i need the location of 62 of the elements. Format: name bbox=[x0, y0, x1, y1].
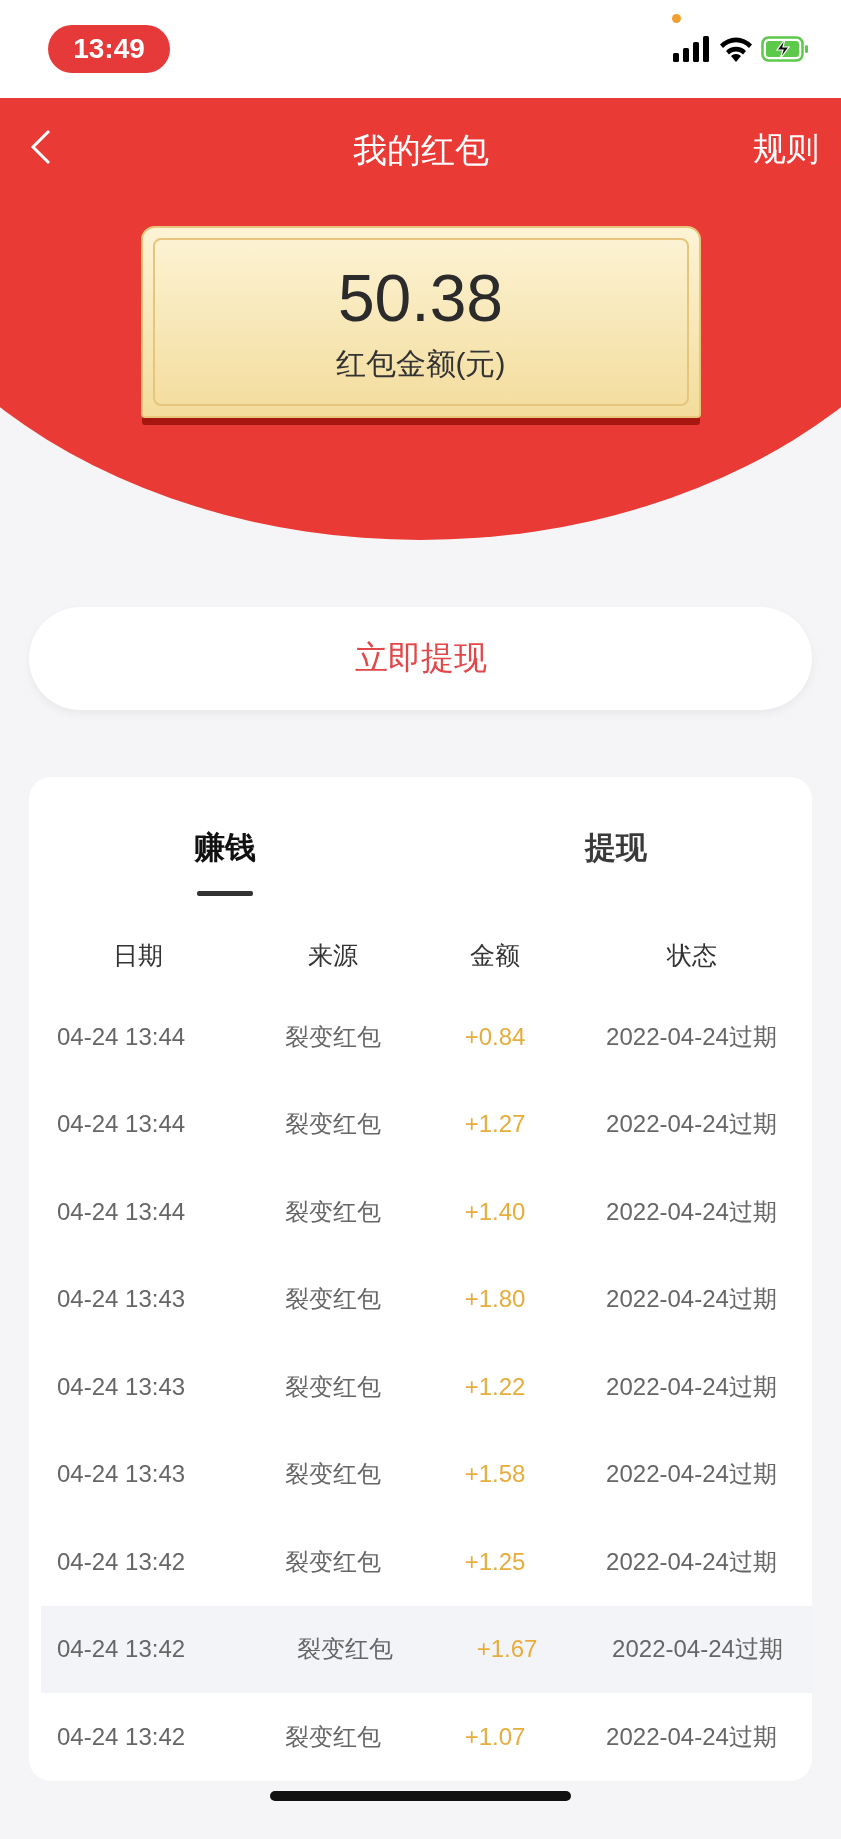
privacy-dot bbox=[672, 14, 681, 23]
source-cell-text: 裂变红包 bbox=[284, 1196, 382, 1227]
amount-cell-text: +1.67 bbox=[475, 1635, 539, 1664]
date-cell-text: 04-24 13:44 bbox=[56, 1110, 187, 1139]
source-cell-text: 裂变红包 bbox=[284, 1021, 382, 1052]
balance-label: 红包金额(元) bbox=[335, 345, 506, 382]
amount-cell-text: +1.22 bbox=[463, 1372, 527, 1401]
wifi-icon bbox=[719, 36, 753, 62]
battery-icon bbox=[761, 36, 809, 62]
source-cell-text: 裂变红包 bbox=[284, 1109, 382, 1140]
status-cell-text: 2022-04-24过期 bbox=[611, 1634, 784, 1665]
page-title: 我的红包 bbox=[352, 130, 489, 171]
column-header: 来源 bbox=[307, 939, 359, 971]
date-cell-text: 04-24 13:43 bbox=[56, 1285, 187, 1314]
balance-amount: 50.38 bbox=[337, 259, 504, 336]
withdraw-button[interactable]: 立即提现 bbox=[29, 607, 812, 710]
date-cell-text: 04-24 13:44 bbox=[56, 1022, 187, 1051]
tab[interactable]: 提现 bbox=[420, 827, 812, 903]
table-row[interactable]: 04-24 13:44 裂变红包 +1.40 2022-04-24过期 bbox=[29, 1168, 812, 1256]
source-cell-text: 裂变红包 bbox=[284, 1284, 382, 1315]
date-cell-text: 04-24 13:42 bbox=[56, 1722, 187, 1751]
clock-time: 13:49 bbox=[48, 25, 170, 73]
tab[interactable]: 赚钱 bbox=[29, 827, 421, 903]
column-header: 日期 bbox=[112, 939, 164, 971]
date-cell-text: 04-24 13:44 bbox=[56, 1197, 187, 1226]
back-icon[interactable] bbox=[30, 129, 52, 165]
signal-icon bbox=[673, 36, 711, 62]
source-cell-text: 裂变红包 bbox=[284, 1546, 382, 1577]
status-cell-text: 2022-04-24过期 bbox=[605, 1196, 778, 1227]
table-row[interactable]: 04-24 13:42 裂变红包 +1.25 2022-04-24过期 bbox=[29, 1518, 812, 1606]
amount-cell-text: +1.58 bbox=[463, 1460, 527, 1489]
amount-cell-text: +1.25 bbox=[463, 1547, 527, 1576]
date-cell-text: 04-24 13:42 bbox=[56, 1635, 187, 1664]
column-header: 状态 bbox=[665, 939, 718, 971]
status-cell-text: 2022-04-24过期 bbox=[605, 1721, 778, 1752]
amount-cell-text: +1.80 bbox=[463, 1285, 527, 1314]
amount-cell-text: +1.07 bbox=[463, 1722, 527, 1751]
column-header: 金额 bbox=[469, 939, 521, 971]
status-cell-text: 2022-04-24过期 bbox=[605, 1021, 778, 1052]
table-row[interactable]: 04-24 13:44 裂变红包 +1.27 2022-04-24过期 bbox=[29, 1080, 812, 1168]
rules-link[interactable]: 规则 bbox=[753, 126, 819, 172]
source-cell-text: 裂变红包 bbox=[284, 1371, 382, 1402]
source-cell-text: 裂变红包 bbox=[296, 1634, 394, 1665]
table-row[interactable]: 04-24 13:42 裂变红包 +1.67 2022-04-24过期 bbox=[41, 1605, 812, 1693]
amount-cell-text: +1.40 bbox=[463, 1197, 527, 1226]
date-cell-text: 04-24 13:43 bbox=[56, 1460, 187, 1489]
table-row[interactable]: 04-24 13:43 裂变红包 +1.58 2022-04-24过期 bbox=[29, 1430, 812, 1518]
source-cell-text: 裂变红包 bbox=[284, 1721, 382, 1752]
table-row[interactable]: 04-24 13:43 裂变红包 +1.22 2022-04-24过期 bbox=[29, 1343, 812, 1431]
table-row[interactable]: 04-24 13:44 裂变红包 +0.84 2022-04-24过期 bbox=[29, 993, 812, 1081]
source-cell-text: 裂变红包 bbox=[284, 1459, 382, 1490]
status-cell-text: 2022-04-24过期 bbox=[605, 1459, 778, 1490]
amount-cell-text: +0.84 bbox=[463, 1022, 527, 1051]
status-cell-text: 2022-04-24过期 bbox=[605, 1109, 778, 1140]
date-cell-text: 04-24 13:42 bbox=[56, 1547, 187, 1576]
status-cell-text: 2022-04-24过期 bbox=[605, 1371, 778, 1402]
date-cell-text: 04-24 13:43 bbox=[56, 1372, 187, 1401]
status-cell-text: 2022-04-24过期 bbox=[605, 1284, 778, 1315]
amount-cell-text: +1.27 bbox=[463, 1110, 527, 1139]
table-row[interactable]: 04-24 13:43 裂变红包 +1.80 2022-04-24过期 bbox=[29, 1255, 812, 1343]
table-row[interactable]: 04-24 13:42 裂变红包 +1.07 2022-04-24过期 bbox=[29, 1693, 812, 1781]
status-cell-text: 2022-04-24过期 bbox=[605, 1546, 778, 1577]
